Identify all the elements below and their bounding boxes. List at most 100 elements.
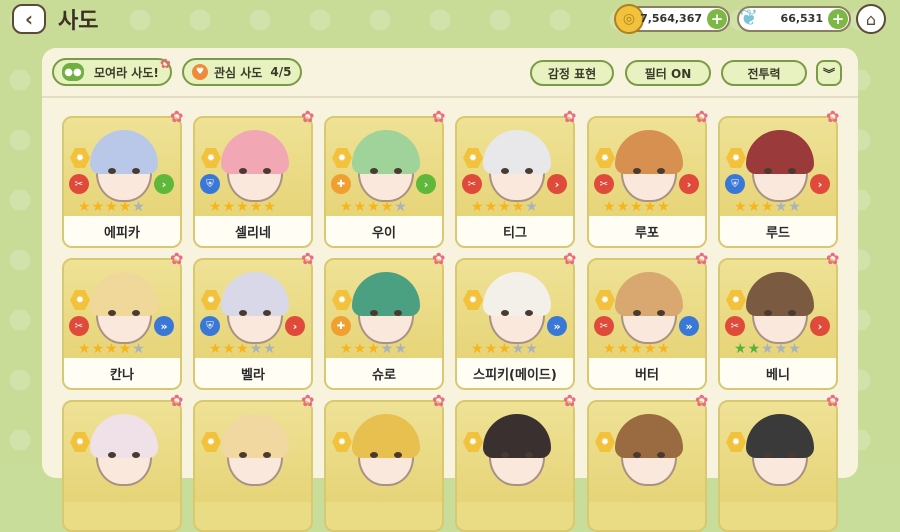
character-portrait (326, 402, 442, 502)
star-rating: ★ ★ ★ ★ ★ (78, 342, 145, 356)
character-card[interactable]: ✹ ✂ › ★ ★ ★ ★ ★ 루포 (587, 116, 707, 248)
emote-button[interactable]: 감정 표현 (530, 60, 614, 86)
class-arrow-icon: › (416, 174, 436, 194)
favorite-flower-icon[interactable]: ✿ (826, 393, 840, 409)
gather-icon: ●● (62, 63, 84, 81)
character-card[interactable]: ✹ ✚ › ★ ★ ★ ★ ★ 우이 (324, 116, 444, 248)
star-rating: ★ ★ ★ ★ ★ (603, 200, 670, 214)
star-icon: ★ (774, 199, 788, 215)
character-name: 칸나 (64, 358, 180, 388)
character-card[interactable]: ✹ ✂ › ★ ★ ★ ★ ★ 베니 (718, 258, 838, 390)
character-card[interactable]: ✹ (718, 400, 838, 532)
favorite-flower-icon[interactable]: ✿ (695, 393, 709, 409)
character-eyes (764, 310, 796, 316)
star-icon: ★ (380, 341, 394, 357)
class-arrow-icon: › (154, 174, 174, 194)
class-arrow-icon: › (810, 174, 830, 194)
character-card[interactable]: ✹ ⛨ › ★ ★ ★ ★ ★ 벨라 (193, 258, 313, 390)
character-card[interactable]: ✹ (193, 400, 313, 532)
star-icon: ★ (78, 199, 91, 215)
star-icon: ★ (91, 199, 105, 215)
filter-button[interactable]: 필터 ON (625, 60, 711, 86)
star-icon: ★ (394, 199, 407, 215)
star-rating: ★ ★ ★ ★ ★ (471, 200, 538, 214)
character-card[interactable]: ✹» ★ ★ ★ ★ ★ 스피키(메이드) (455, 258, 575, 390)
defense-role-icon: ⛨ (725, 174, 745, 194)
star-icon: ★ (132, 199, 145, 215)
character-card[interactable]: ✹ ⛨ › ★ ★ ★ ★ ★ 루드 (718, 116, 838, 248)
star-icon: ★ (118, 341, 132, 357)
attack-role-icon: ✂ (725, 316, 745, 336)
character-card[interactable]: ✹ (587, 400, 707, 532)
star-icon: ★ (209, 341, 222, 357)
star-icon: ★ (249, 199, 263, 215)
gather-button[interactable]: ●● 모여라 사도! (52, 58, 172, 86)
character-eyes (633, 310, 665, 316)
star-icon: ★ (788, 341, 801, 357)
class-arrow-icon: › (547, 174, 567, 194)
character-card[interactable]: ✹ ✂ › ★ ★ ★ ★ ★ 티그 (455, 116, 575, 248)
leaf-gem-icon: ❦ (739, 5, 759, 31)
character-name: 벨라 (195, 358, 311, 388)
star-icon: ★ (353, 199, 367, 215)
character-card[interactable]: ✹ (455, 400, 575, 532)
star-icon: ★ (498, 341, 511, 357)
favorite-flower-icon[interactable]: ✿ (695, 109, 709, 125)
gather-label: 모여라 사도! (94, 65, 159, 80)
star-icon: ★ (353, 341, 367, 357)
star-rating: ★ ★ ★ ★ ★ (209, 200, 276, 214)
character-card[interactable]: ✹ ✂ › ★ ★ ★ ★ ★ 에피카 (62, 116, 182, 248)
expand-button[interactable]: ︾ (816, 60, 842, 86)
star-icon: ★ (118, 199, 132, 215)
gem-display: ❦ 66,531 + (737, 6, 851, 32)
star-icon: ★ (484, 199, 498, 215)
star-icon: ★ (222, 199, 236, 215)
favorite-flower-icon[interactable]: ✿ (826, 251, 840, 267)
character-eyes (370, 452, 402, 458)
home-button[interactable]: ⌂ (856, 4, 886, 34)
add-gold-button[interactable]: + (707, 9, 727, 29)
character-eyes (633, 452, 665, 458)
heart-icon: ♥ (192, 64, 208, 80)
favorite-flower-icon[interactable]: ✿ (432, 251, 446, 267)
character-card[interactable]: ✹ ✚ ★ ★ ★ ★ ★ 슈로 (324, 258, 444, 390)
character-portrait (195, 402, 311, 502)
character-eyes (108, 452, 140, 458)
star-icon: ★ (761, 199, 774, 215)
star-icon: ★ (367, 341, 380, 357)
character-eyes (239, 168, 271, 174)
favorite-flower-icon[interactable]: ✿ (301, 251, 315, 267)
star-rating: ★ ★ ★ ★ ★ (471, 342, 538, 356)
favorite-flower-icon[interactable]: ✿ (170, 109, 184, 125)
favorite-flower-icon[interactable]: ✿ (695, 251, 709, 267)
character-card[interactable]: ✹ ✂» ★ ★ ★ ★ ★ 버터 (587, 258, 707, 390)
favorite-flower-icon[interactable]: ✿ (301, 393, 315, 409)
add-gem-button[interactable]: + (828, 9, 848, 29)
favorite-flower-icon[interactable]: ✿ (563, 393, 577, 409)
star-rating: ★ ★ ★ ★ ★ (603, 342, 670, 356)
favorite-button[interactable]: ♥ 관심 사도 4/5 (182, 58, 302, 86)
favorite-flower-icon[interactable]: ✿ (301, 109, 315, 125)
double-chevron-down-icon: ︾ (822, 66, 835, 81)
character-card[interactable]: ✹ ⛨ ★ ★ ★ ★ ★ 셀리네 (193, 116, 313, 248)
favorite-flower-icon[interactable]: ✿ (170, 251, 184, 267)
attack-role-icon: ✂ (594, 316, 614, 336)
back-button[interactable]: ‹ (12, 4, 46, 34)
favorite-flower-icon[interactable]: ✿ (563, 109, 577, 125)
favorite-flower-icon[interactable]: ✿ (432, 109, 446, 125)
sort-power-button[interactable]: 전투력 (721, 60, 807, 86)
star-icon: ★ (236, 341, 249, 357)
character-portrait (720, 402, 836, 502)
character-card[interactable]: ✹ (62, 400, 182, 532)
character-card[interactable]: ✹ (324, 400, 444, 532)
favorite-flower-icon[interactable]: ✿ (563, 251, 577, 267)
character-card[interactable]: ✹ ✂» ★ ★ ★ ★ ★ 칸나 (62, 258, 182, 390)
favorite-flower-icon[interactable]: ✿ (826, 109, 840, 125)
star-icon: ★ (525, 341, 538, 357)
star-icon: ★ (657, 341, 670, 357)
favorite-flower-icon[interactable]: ✿ (170, 393, 184, 409)
favorite-flower-icon[interactable]: ✿ (432, 393, 446, 409)
gem-value: 66,531 (780, 12, 823, 25)
star-icon: ★ (236, 199, 249, 215)
class-arrow-icon: › (679, 174, 699, 194)
